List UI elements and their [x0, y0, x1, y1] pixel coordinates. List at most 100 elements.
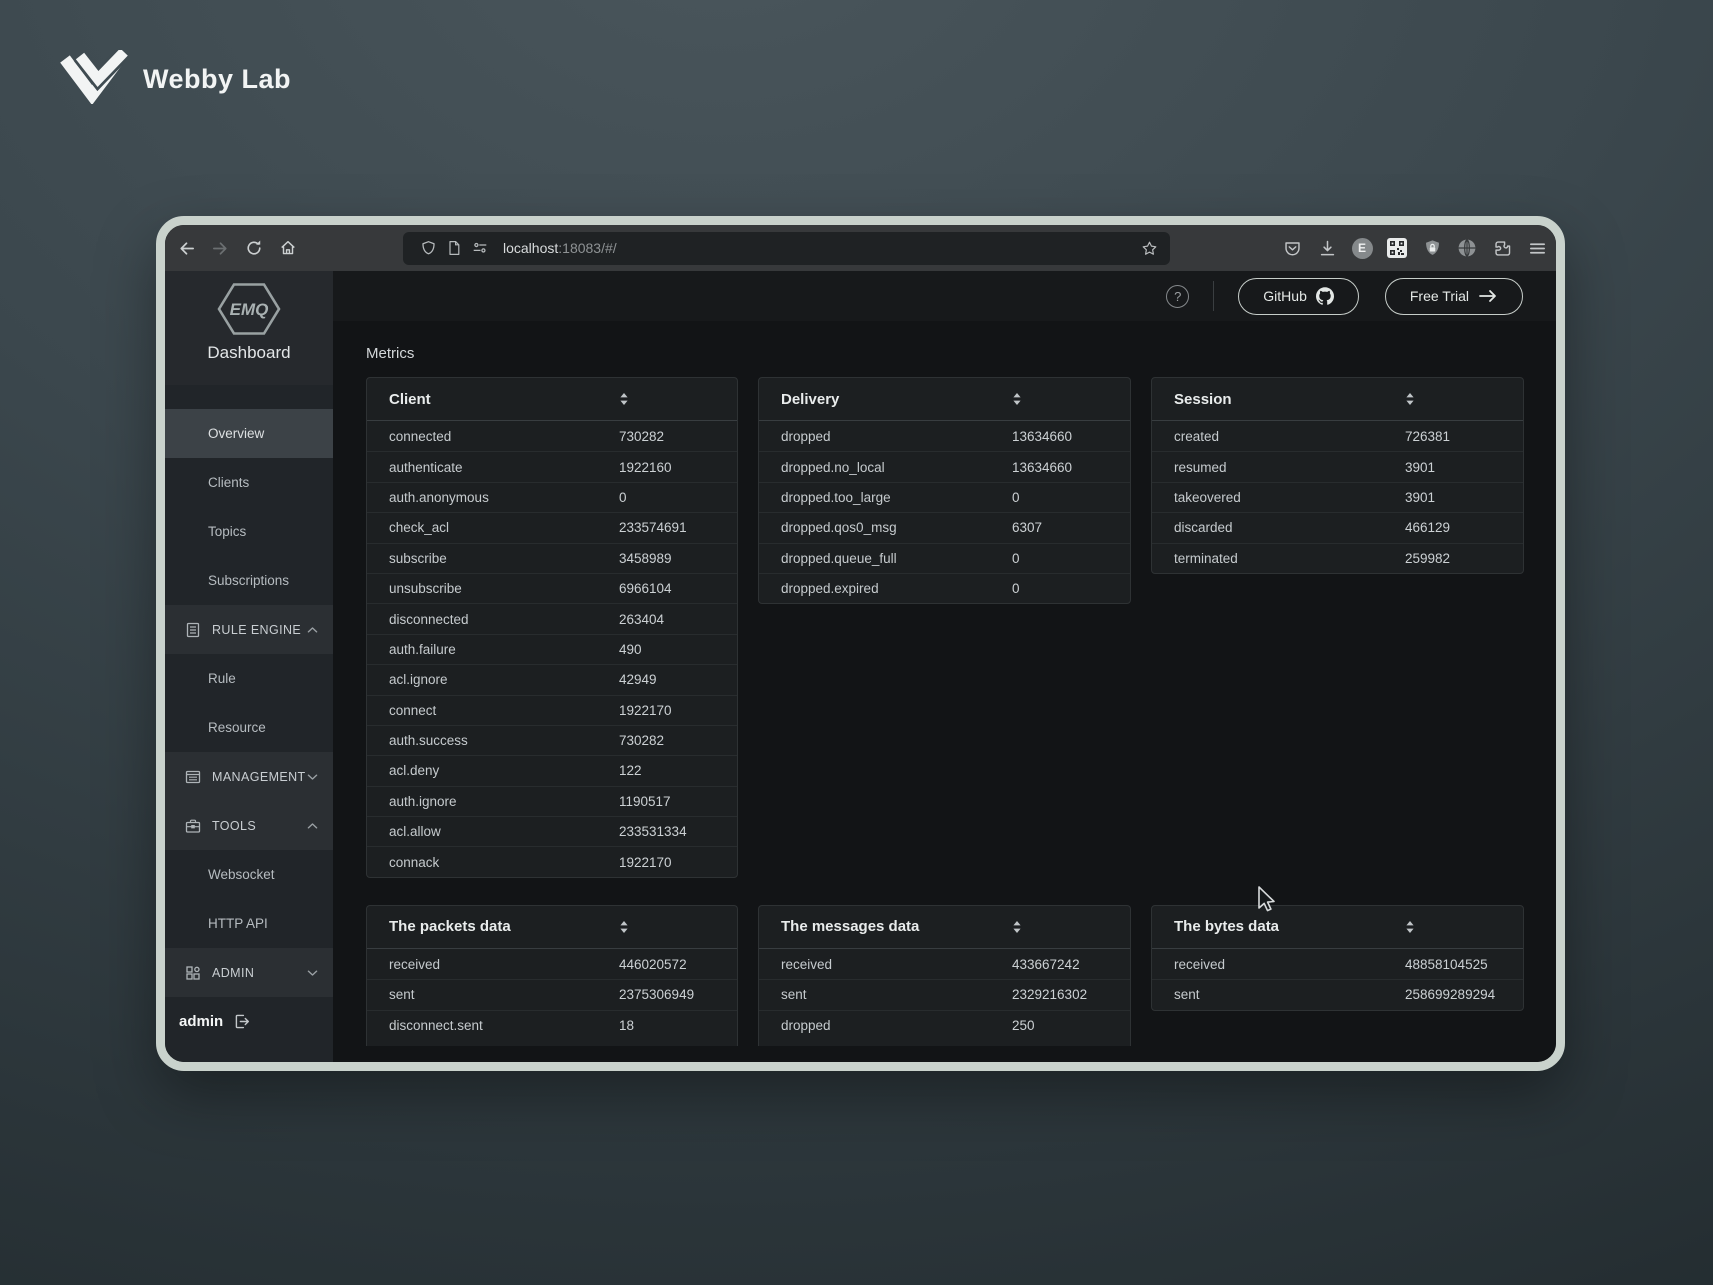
logout-icon[interactable]: [233, 1013, 250, 1030]
metric-value: 122: [619, 763, 715, 778]
metric-value: 1922160: [619, 460, 715, 475]
metric-value: 13634660: [1012, 429, 1108, 444]
metric-label: terminated: [1174, 551, 1405, 566]
table-header[interactable]: The packets data: [367, 906, 737, 949]
table-title: The packets data: [389, 918, 619, 935]
emq-logo-block[interactable]: EMQ Dashboard: [165, 271, 333, 385]
sort-icon[interactable]: [619, 920, 715, 934]
metrics-page: Metrics Clientconnected730282authenticat…: [333, 321, 1556, 1046]
extension-badge-icon[interactable]: E: [1351, 236, 1373, 260]
metric-row: sent2375306949: [367, 979, 737, 1009]
metric-label: received: [1174, 957, 1405, 972]
metric-row: received48858104525: [1152, 949, 1523, 979]
sidebar-item-topics[interactable]: Topics: [165, 507, 333, 556]
refresh-icon[interactable]: [237, 231, 271, 265]
table-header[interactable]: Session: [1152, 378, 1523, 421]
metric-value: 1190517: [619, 794, 715, 809]
github-button[interactable]: GitHub: [1238, 278, 1359, 315]
table-header[interactable]: The bytes data: [1152, 906, 1523, 949]
metric-label: connack: [389, 855, 619, 870]
chevron-up-icon: [307, 626, 318, 634]
metric-value: 233531334: [619, 824, 715, 839]
metric-value: 42949: [619, 672, 715, 687]
help-icon[interactable]: ?: [1166, 285, 1189, 308]
url-bar[interactable]: localhost:18083/#/: [403, 232, 1170, 265]
metric-label: acl.ignore: [389, 672, 619, 687]
metric-row: acl.ignore42949: [367, 664, 737, 694]
sort-icon[interactable]: [1012, 392, 1108, 406]
metric-row: dropped.qos0_msg6307: [759, 512, 1130, 542]
sidebar-item-websocket[interactable]: Websocket: [165, 850, 333, 899]
globe-icon[interactable]: [1456, 236, 1478, 260]
sidebar-item-label: Subscriptions: [208, 573, 289, 588]
free-trial-button[interactable]: Free Trial: [1385, 278, 1523, 315]
home-icon[interactable]: [271, 231, 305, 265]
sort-icon[interactable]: [1405, 392, 1501, 406]
puzzle-icon[interactable]: [1491, 236, 1513, 260]
metric-row: disconnected263404: [367, 603, 737, 633]
url-text[interactable]: localhost:18083/#/: [503, 240, 617, 256]
sidebar-item-label: MANAGEMENT: [212, 770, 306, 784]
sidebar: EMQ Dashboard Overview ClientsTopics Subsc…: [165, 271, 333, 1062]
back-icon[interactable]: [169, 231, 203, 265]
document-icon: [185, 622, 201, 638]
sidebar-item-rule[interactable]: Rule: [165, 654, 333, 703]
arrow-right-icon: [1478, 289, 1498, 303]
metric-value: 233574691: [619, 520, 715, 535]
sidebar-item-clients[interactable]: Clients: [165, 458, 333, 507]
permissions-icon[interactable]: [467, 239, 493, 257]
toolbox-icon: [185, 818, 201, 834]
metric-row: acl.allow233531334: [367, 816, 737, 846]
metric-label: auth.ignore: [389, 794, 619, 809]
metric-value: 0: [1012, 581, 1108, 596]
extension-badge-letter: E: [1352, 238, 1373, 259]
menu-icon[interactable]: [1526, 236, 1548, 260]
sidebar-item-label: Overview: [208, 426, 264, 441]
sidebar-item-admin[interactable]: ADMIN: [165, 948, 333, 997]
metrics-table-delivery: Deliverydropped13634660dropped.no_local1…: [758, 377, 1131, 604]
sidebar-item-http-api[interactable]: HTTP API: [165, 899, 333, 948]
sidebar-nav: Overview ClientsTopics Subscriptions RULE E…: [165, 409, 333, 997]
metric-label: dropped: [781, 429, 1012, 444]
table-header[interactable]: Client: [367, 378, 737, 421]
page-title: Metrics: [366, 345, 1525, 362]
sidebar-item-management[interactable]: MANAGEMENT: [165, 752, 333, 801]
desktop-background: Webby Lab: [0, 0, 1713, 1285]
page-info-icon[interactable]: [441, 240, 467, 256]
metric-label: dropped.too_large: [781, 490, 1012, 505]
metrics-grid-bottom: The packets datareceived446020572sent237…: [366, 905, 1525, 1046]
sort-icon[interactable]: [1405, 920, 1501, 934]
sidebar-item-resource[interactable]: Resource: [165, 703, 333, 752]
table-title: Client: [389, 391, 619, 408]
sidebar-user[interactable]: admin: [165, 997, 333, 1046]
browser-nav-buttons: [165, 231, 305, 265]
metric-label: created: [1174, 429, 1405, 444]
metric-value: 3901: [1405, 460, 1501, 475]
metric-value: 0: [1012, 490, 1108, 505]
pocket-icon[interactable]: [1281, 236, 1303, 260]
metric-value: 263404: [619, 612, 715, 627]
metric-value: 3458989: [619, 551, 715, 566]
sidebar-item-subscriptions[interactable]: Subscriptions: [165, 556, 333, 605]
table-header[interactable]: The messages data: [759, 906, 1130, 949]
metric-row: takeovered3901: [1152, 482, 1523, 512]
sort-icon[interactable]: [1012, 920, 1108, 934]
shield-lock-icon[interactable]: [1421, 236, 1443, 260]
metric-value: 466129: [1405, 520, 1501, 535]
forward-icon[interactable]: [203, 231, 237, 265]
qr-code-icon[interactable]: [1386, 236, 1408, 260]
metric-label: acl.allow: [389, 824, 619, 839]
sort-icon[interactable]: [619, 392, 715, 406]
metric-row: created726381: [1152, 421, 1523, 451]
metric-row: dropped.queue_full0: [759, 543, 1130, 573]
sidebar-item-rule-engine[interactable]: RULE ENGINE: [165, 605, 333, 654]
table-header[interactable]: Delivery: [759, 378, 1130, 421]
shield-icon[interactable]: [415, 240, 441, 257]
download-icon[interactable]: [1316, 236, 1338, 260]
metric-value: 1922170: [619, 855, 715, 870]
bookmark-star-icon[interactable]: [1141, 240, 1158, 257]
sidebar-item-tools[interactable]: TOOLS: [165, 801, 333, 850]
sidebar-item-overview[interactable]: Overview: [165, 409, 333, 458]
metric-label: connect: [389, 703, 619, 718]
metric-row: terminated259982: [1152, 543, 1523, 573]
